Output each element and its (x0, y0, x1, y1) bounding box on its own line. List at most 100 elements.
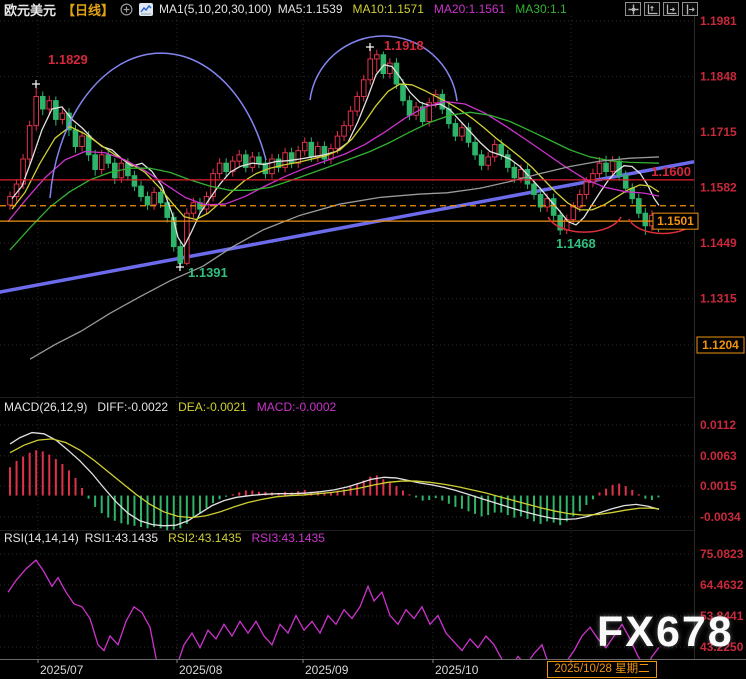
candle-body (643, 213, 648, 226)
candle-body (453, 124, 458, 137)
candle-body (224, 163, 229, 171)
candle-body (532, 184, 537, 194)
candle-body (473, 142, 478, 155)
chart-toolbar (625, 2, 698, 16)
ma-value-labels: MA5:1.1539MA10:1.1571MA20:1.1561MA30:1.1 (278, 2, 567, 16)
candle-body (145, 197, 150, 205)
price-annotation: 1.1600 (651, 164, 691, 179)
candle-body (460, 128, 465, 136)
month-label: 2025/08 (179, 663, 223, 677)
circle-plus-icon[interactable] (120, 3, 133, 16)
candle-body (368, 59, 373, 80)
main-price-panel (0, 47, 694, 359)
candle-body (8, 197, 13, 205)
candle-body (99, 155, 104, 170)
macd-panel (10, 433, 659, 531)
candle-body (27, 126, 32, 159)
candle-body (388, 63, 393, 73)
candle-body (506, 155, 511, 168)
candle-body (60, 113, 65, 119)
candle-body (54, 101, 59, 120)
price-axis-label: 1.1315 (700, 292, 737, 306)
price-axis-label: 1.1715 (700, 125, 737, 139)
candle-body (302, 142, 307, 150)
chart-type-icon[interactable] (139, 3, 153, 16)
price-annotation: 1.1391 (188, 265, 228, 280)
candle-body (270, 159, 275, 174)
candle-body (73, 130, 78, 147)
candle-body (591, 174, 596, 182)
rsi1-value: RSI1:43.1435 (85, 531, 158, 545)
candle-body (479, 155, 484, 165)
candle-body (604, 163, 609, 171)
candle-body (348, 111, 353, 126)
candle-body (499, 144, 504, 154)
candle-body (335, 136, 340, 149)
month-label: 2025/07 (40, 663, 84, 677)
candle-body (623, 176, 628, 189)
macd-title: MACD(26,12,9) (4, 400, 87, 414)
current-price-label: 1.1501 (657, 214, 694, 228)
macd-diff-value: DIFF:-0.0022 (97, 400, 168, 414)
candle-body (486, 157, 491, 165)
price-axis-label: 1.1449 (700, 236, 737, 250)
macd-indicator-header: MACD(26,12,9) DIFF:-0.0022 DEA:-0.0021 M… (4, 400, 336, 414)
candles-layer (8, 47, 661, 267)
rsi-title: RSI(14,14,14) (4, 531, 79, 545)
candle-body (322, 147, 327, 160)
price-axis-label: 1.1582 (700, 180, 737, 194)
ma-line-ma10 (12, 84, 659, 220)
candle-body (139, 186, 144, 196)
candle-body (237, 155, 242, 161)
axis-scale-icon[interactable] (644, 2, 660, 16)
rsi-axis-label: 64.4632 (700, 578, 744, 592)
macd-axis-label: 0.0112 (700, 418, 736, 432)
macd-dea-value: DEA:-0.0021 (178, 400, 247, 414)
candle-body (375, 55, 380, 59)
candle-body (178, 247, 183, 264)
candle-body (191, 203, 196, 213)
ma-settings-label: MA1(5,10,20,30,100) (159, 2, 272, 16)
price-annotation: 1.1918 (384, 38, 424, 53)
candle-body (361, 80, 366, 97)
macd-axis-label: -0.0034 (700, 510, 741, 524)
collapse-panel-icon[interactable] (682, 2, 698, 16)
candle-body (93, 155, 98, 170)
timeframe-tag[interactable]: 【日线】 (62, 0, 114, 19)
candle-body (630, 188, 635, 198)
candle-body (610, 161, 615, 171)
candle-body (407, 101, 412, 116)
pan-tool-icon[interactable] (625, 2, 641, 16)
candle-body (250, 157, 255, 167)
trading-app-window: 1.18291.19181.13911.14681.16001.19811.18… (0, 0, 746, 679)
ma-indicator-label: MA10:1.1571 (353, 2, 424, 16)
candle-body (257, 157, 262, 163)
chart-canvas[interactable]: 1.18291.19181.13911.14681.16001.19811.18… (0, 0, 746, 679)
macd-macd-value: MACD:-0.0002 (257, 400, 336, 414)
ascending-trendline (0, 162, 693, 292)
macd-axis-label: 0.0015 (700, 479, 737, 493)
candle-body (355, 96, 360, 111)
rsi-axis-label: 75.0823 (700, 547, 744, 561)
candle-body (512, 167, 517, 177)
rsi-indicator-header: RSI(14,14,14) RSI1:43.1435 RSI2:43.1435 … (4, 531, 325, 545)
candle-body (106, 155, 111, 163)
ma-indicator-label: MA5:1.1539 (278, 2, 343, 16)
candle-body (40, 96, 45, 109)
candle-body (584, 182, 589, 195)
candle-body (152, 192, 157, 205)
candle-body (132, 176, 137, 186)
candle-body (571, 207, 576, 220)
price-annotation: 1.1829 (48, 52, 88, 67)
candle-body (34, 96, 39, 125)
axis-forward-icon[interactable] (663, 2, 679, 16)
candle-body (309, 142, 314, 157)
candle-body (47, 101, 52, 109)
candle-body (597, 163, 602, 173)
price-annotation: 1.1468 (556, 236, 596, 251)
ma-indicator-label: MA30:1.1 (515, 2, 566, 16)
candle-body (217, 163, 222, 173)
candle-body (381, 55, 386, 74)
candle-body (401, 84, 406, 101)
candle-body (519, 169, 524, 177)
